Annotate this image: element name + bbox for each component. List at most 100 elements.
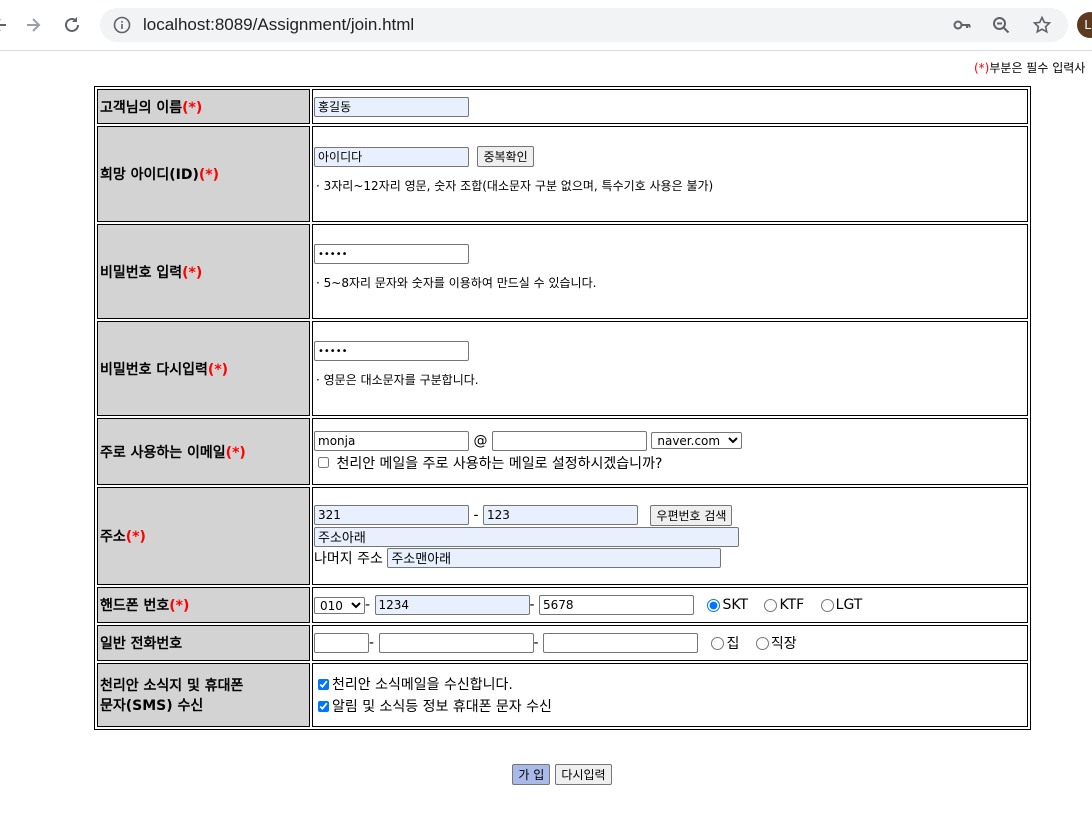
duplicate-check-button[interactable]: 중복확인 <box>477 146 534 167</box>
address-bar[interactable]: localhost:8089/Assignment/join.html <box>100 8 1068 42</box>
sms-label: 알림 및 소식등 정보 휴대폰 문자 수신 <box>332 699 552 715</box>
label-text: 비밀번호 다시입력 <box>100 361 208 378</box>
field-userid: 중복확인 · 3자리~12자리 영문, 숫자 조합(대소문자 구분 없으며, 특… <box>312 126 1028 222</box>
email-domain-select[interactable]: naver.com <box>651 432 743 449</box>
label-password-confirm: 비밀번호 다시입력(*) <box>97 321 310 416</box>
phone-dash-2: - <box>533 635 539 651</box>
phone-last-input[interactable] <box>543 633 699 653</box>
carrier-ktf-radio[interactable] <box>764 598 778 612</box>
star-icon[interactable] <box>1032 15 1052 35</box>
main-mail-label: 천리안 메일을 주로 사용하는 메일로 설정하시겠습니까? <box>336 455 663 472</box>
zip-line: - 우편번호 검색 <box>314 504 1027 526</box>
row-userid: 희망 아이디(ID)(*) 중복확인 · 3자리~12자리 영문, 숫자 조합(… <box>97 126 1028 222</box>
label-password: 비밀번호 입력(*) <box>97 224 310 319</box>
phone-work-label: 직장 <box>770 636 797 652</box>
reset-button[interactable]: 다시입력 <box>555 764 612 785</box>
row-subscribe: 천리안 소식지 및 휴대폰 문자(SMS) 수신 천리안 소식메일을 수신합니다… <box>97 663 1028 727</box>
zip-dash: - <box>473 507 479 523</box>
key-icon[interactable] <box>952 15 972 35</box>
required-marker: (*) <box>182 264 203 281</box>
userid-hint: · 3자리~12자리 영문, 숫자 조합(대소문자 구분 없으며, 특수기호 사… <box>316 179 714 193</box>
row-address: 주소(*) - 우편번호 검색 나머지 주소 <box>97 487 1028 585</box>
field-password-confirm: · 영문은 대소문자를 구분합니다. <box>312 321 1028 416</box>
required-marker: (*) <box>974 61 990 75</box>
mobile-last-input[interactable] <box>539 595 695 615</box>
join-form-table: 고객님의 이름(*) 희망 아이디(ID)(*) 중복확인 · 3자리~12자리… <box>94 86 1031 730</box>
field-password: · 5~8자리 문자와 숫자를 이용하여 만드실 수 있습니다. <box>312 224 1028 319</box>
field-phone: - - 집 직장 <box>312 625 1028 661</box>
phone-mid-input[interactable] <box>378 633 534 653</box>
field-subscribe: 천리안 소식메일을 수신합니다. 알림 및 소식등 정보 휴대폰 문자 수신 <box>312 663 1028 727</box>
row-phone: 일반 전화번호 - - 집 직장 <box>97 625 1028 661</box>
zipcode-search-button[interactable]: 우편번호 검색 <box>650 504 733 526</box>
field-name <box>312 89 1028 124</box>
sms-checkbox[interactable] <box>318 700 329 712</box>
newsletter-checkbox[interactable] <box>318 678 329 690</box>
label-name: 고객님의 이름(*) <box>97 89 310 124</box>
email-user-input[interactable] <box>314 430 469 451</box>
main-mail-checkbox[interactable] <box>318 457 329 468</box>
field-mobile: 010- - SKT KTF LGT <box>312 587 1028 623</box>
subscribe-line2: 알림 및 소식등 정보 휴대폰 문자 수신 <box>314 696 1027 716</box>
label-mobile: 핸드폰 번호(*) <box>97 587 310 623</box>
arrow-left-icon <box>0 19 6 31</box>
carrier-lgt-radio[interactable] <box>820 598 834 612</box>
row-password-confirm: 비밀번호 다시입력(*) · 영문은 대소문자를 구분합니다. <box>97 321 1028 416</box>
browser-toolbar: localhost:8089/Assignment/join.html L <box>0 0 1092 51</box>
field-email: @ naver.com 천리안 메일을 주로 사용하는 메일로 설정하시겠습니까… <box>312 418 1028 485</box>
label-text: 주소 <box>100 529 126 545</box>
subscribe-label-line2: 문자(SMS) 수신 <box>100 698 204 714</box>
email-domain-input[interactable] <box>491 430 647 451</box>
profile-avatar[interactable]: L <box>1077 12 1092 38</box>
required-marker: (*) <box>169 598 190 614</box>
email-checkbox-line: 천리안 메일을 주로 사용하는 메일로 설정하시겠습니까? <box>314 453 1027 473</box>
back-button[interactable] <box>0 11 14 39</box>
phone-work-radio[interactable] <box>755 636 769 650</box>
email-line: @ naver.com <box>314 430 1027 451</box>
zipcode1-input[interactable] <box>314 505 469 525</box>
field-address: - 우편번호 검색 나머지 주소 <box>312 487 1028 585</box>
mobile-prefix-select[interactable]: 010 <box>314 596 365 614</box>
mobile-dash-2: - <box>529 597 535 613</box>
row-name: 고객님의 이름(*) <box>97 89 1028 124</box>
zoom-out-icon[interactable] <box>991 15 1011 35</box>
row-email: 주로 사용하는 이메일(*) @ naver.com 천리안 메일을 주로 사용… <box>97 418 1028 485</box>
address1-input[interactable] <box>314 526 739 547</box>
mobile-dash-1: - <box>365 597 371 613</box>
subscribe-label-line1: 천리안 소식지 및 휴대폰 <box>100 678 244 694</box>
password-confirm-input[interactable] <box>314 341 469 361</box>
name-input[interactable] <box>314 96 469 117</box>
subscribe-line1: 천리안 소식메일을 수신합니다. <box>314 674 1027 694</box>
carrier-skt-radio[interactable] <box>707 598 721 612</box>
address2-input[interactable] <box>387 547 722 568</box>
userid-input[interactable] <box>314 146 469 167</box>
reload-button[interactable] <box>58 11 86 39</box>
carrier-lgt-label: LGT <box>835 597 863 613</box>
rest-address-label: 나머지 주소 <box>314 550 383 567</box>
zipcode2-input[interactable] <box>482 505 638 525</box>
label-address: 주소(*) <box>97 487 310 585</box>
password-hint: · 5~8자리 문자와 숫자를 이용하여 만드실 수 있습니다. <box>316 276 597 290</box>
addr2-line: 나머지 주소 <box>314 547 1027 568</box>
submit-button[interactable]: 가 입 <box>512 764 551 785</box>
reload-icon <box>65 17 79 32</box>
label-userid: 희망 아이디(ID)(*) <box>97 126 310 222</box>
at-sign: @ <box>473 432 488 449</box>
phone-area-input[interactable] <box>314 633 369 653</box>
label-email: 주로 사용하는 이메일(*) <box>97 418 310 485</box>
mobile-mid-input[interactable] <box>374 595 530 615</box>
url-text[interactable]: localhost:8089/Assignment/join.html <box>143 15 414 35</box>
form-buttons: 가 입 다시입력 <box>0 764 1092 785</box>
info-icon[interactable] <box>113 16 131 34</box>
password-input[interactable] <box>314 244 469 264</box>
phone-home-radio[interactable] <box>711 636 725 650</box>
password-confirm-hint: · 영문은 대소문자를 구분합니다. <box>316 373 479 387</box>
forward-button[interactable] <box>19 11 47 39</box>
carrier-ktf-label: KTF <box>779 597 805 613</box>
required-note: (*)부분은 필수 입력사 <box>974 59 1085 76</box>
row-password: 비밀번호 입력(*) · 5~8자리 문자와 숫자를 이용하여 만드실 수 있습… <box>97 224 1028 319</box>
label-phone: 일반 전화번호 <box>97 625 310 661</box>
addr1-line <box>314 526 1027 547</box>
newsletter-label: 천리안 소식메일을 수신합니다. <box>332 677 513 693</box>
required-note-text: 부분은 필수 입력사 <box>989 61 1086 75</box>
